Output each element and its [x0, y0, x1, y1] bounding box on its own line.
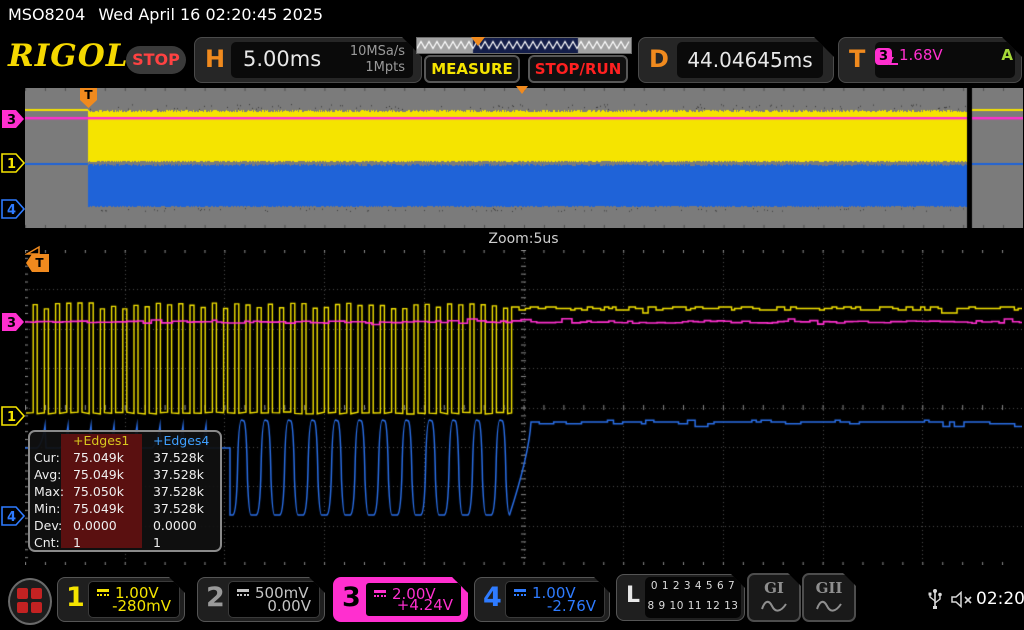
ch4-coupling-icon — [513, 588, 527, 598]
measurement-panel[interactable]: +Edges1 +Edges4 Cur: 75.049k 37.528k Avg… — [28, 430, 222, 552]
channel3-number: 3 — [342, 582, 361, 613]
ch1-offset: -280mV — [112, 597, 171, 615]
horizontal-settings-button[interactable]: H 5.00ms 10MSa/s 1Mpts — [194, 37, 422, 83]
channel1-box[interactable]: 1 1.00V -280mV — [57, 577, 185, 622]
svg-text:1: 1 — [7, 157, 16, 172]
strip-trigger-marker-icon — [471, 37, 485, 46]
channel3-box[interactable]: 3 2.00V +4.24V — [333, 577, 468, 622]
channel4-number: 4 — [483, 582, 502, 613]
generator1-button[interactable]: GI — [747, 573, 801, 622]
measurement-row: Cur: 75.049k 37.528k — [30, 449, 220, 466]
zoom-ch1-position-tag[interactable]: 1 — [1, 406, 25, 426]
measurement-row: Dev: 0.0000 0.0000 — [30, 517, 220, 534]
zoom-scale-label: Zoom:5us — [25, 231, 1022, 247]
generator1-label: GI — [749, 579, 799, 597]
main-ch3-position-tag[interactable]: 3 — [1, 109, 25, 129]
channel2-box[interactable]: 2 500mV 0.00V — [197, 577, 325, 622]
generator2-label: GII — [804, 579, 854, 597]
ch1-coupling-icon — [96, 588, 110, 598]
main-ch1-position-tag[interactable]: 1 — [1, 153, 25, 173]
sample-rate-value: 10MSa/s — [350, 44, 405, 60]
measurement-col2-header: +Edges4 — [151, 433, 221, 449]
digital-channel-list: 0 1 2 3 4 5 6 7 8 9 10 11 12 13 14 15 — [645, 577, 741, 618]
timebase-display: 5.00ms 10MSa/s 1Mpts — [231, 42, 413, 78]
zoom-corner-marker-icon — [25, 245, 41, 255]
run-state-badge: STOP — [126, 46, 186, 74]
usb-icon — [928, 588, 942, 610]
rigol-logo: RIGOL — [8, 38, 129, 74]
svg-text:3: 3 — [7, 113, 16, 128]
horizontal-center-marker-icon — [516, 86, 528, 94]
svg-text:3: 3 — [7, 316, 16, 331]
speaker-mute-icon — [950, 591, 974, 608]
trigger-source-badge: 3 — [875, 48, 892, 65]
digital-channels-box[interactable]: L 0 1 2 3 4 5 6 7 8 9 10 11 12 13 14 15 — [616, 574, 745, 621]
memory-position-strip[interactable] — [416, 37, 632, 54]
datetime-label: Wed April 16 02:20:45 2025 — [98, 5, 323, 24]
zoom-ch3-position-tag[interactable]: 3 — [1, 312, 25, 332]
menu-button[interactable] — [8, 578, 52, 625]
ch2-offset: 0.00V — [267, 597, 311, 615]
model-label: MSO8204 — [8, 5, 85, 24]
overview-waveform-canvas — [25, 88, 1023, 228]
measurement-row: Min: 75.049k 37.528k — [30, 500, 220, 517]
svg-text:4: 4 — [7, 510, 16, 525]
sine-wave-icon — [761, 599, 787, 612]
top-status-bar: MSO8204 Wed April 16 02:20:45 2025 — [0, 0, 1024, 30]
timebase-value: 5.00ms — [243, 47, 321, 71]
svg-text:4: 4 — [7, 203, 16, 218]
delay-button[interactable]: D 44.04645ms — [638, 37, 834, 83]
stop-run-button[interactable]: STOP/RUN — [528, 55, 628, 83]
delay-value: 44.04645ms — [687, 48, 812, 72]
t-key-label: T — [849, 39, 865, 79]
d-key-label: D — [649, 39, 669, 79]
h-key-label: H — [205, 39, 225, 79]
main-timebase-view — [25, 88, 1023, 228]
main-ch4-position-tag[interactable]: 4 — [1, 199, 25, 219]
ch3-coupling-icon — [373, 589, 387, 599]
trigger-button[interactable]: T 3 1.68V A — [838, 37, 1022, 83]
measurement-col1-header: +Edges1 — [67, 433, 147, 449]
trigger-level-value: 1.68V — [899, 46, 943, 64]
sine-wave-icon — [816, 599, 842, 612]
channel4-box[interactable]: 4 1.00V -2.76V — [474, 577, 610, 622]
measurement-row: Cnt: 1 1 — [30, 534, 220, 551]
measurement-row: Max: 75.050k 37.528k — [30, 483, 220, 500]
delay-display: 44.04645ms — [677, 42, 823, 78]
ch3-offset: +4.24V — [397, 596, 453, 614]
zoom-ch4-position-tag[interactable]: 4 — [1, 506, 25, 526]
trigger-sweep-mode: A — [1001, 46, 1013, 64]
oscilloscope-screen: MSO8204 Wed April 16 02:20:45 2025 RIGOL… — [0, 0, 1024, 630]
clock-time: 02:20 — [976, 589, 1024, 609]
svg-text:1: 1 — [7, 410, 16, 425]
ch2-coupling-icon — [236, 588, 250, 598]
channel2-number: 2 — [206, 582, 225, 613]
memory-depth-value: 1Mpts — [350, 60, 405, 76]
ch4-offset: -2.76V — [547, 597, 596, 615]
measure-button[interactable]: MEASURE — [424, 55, 520, 83]
channel1-number: 1 — [66, 582, 85, 613]
measurement-row: Avg: 75.049k 37.528k — [30, 466, 220, 483]
digital-label: L — [626, 583, 640, 608]
generator2-button[interactable]: GII — [802, 573, 856, 622]
